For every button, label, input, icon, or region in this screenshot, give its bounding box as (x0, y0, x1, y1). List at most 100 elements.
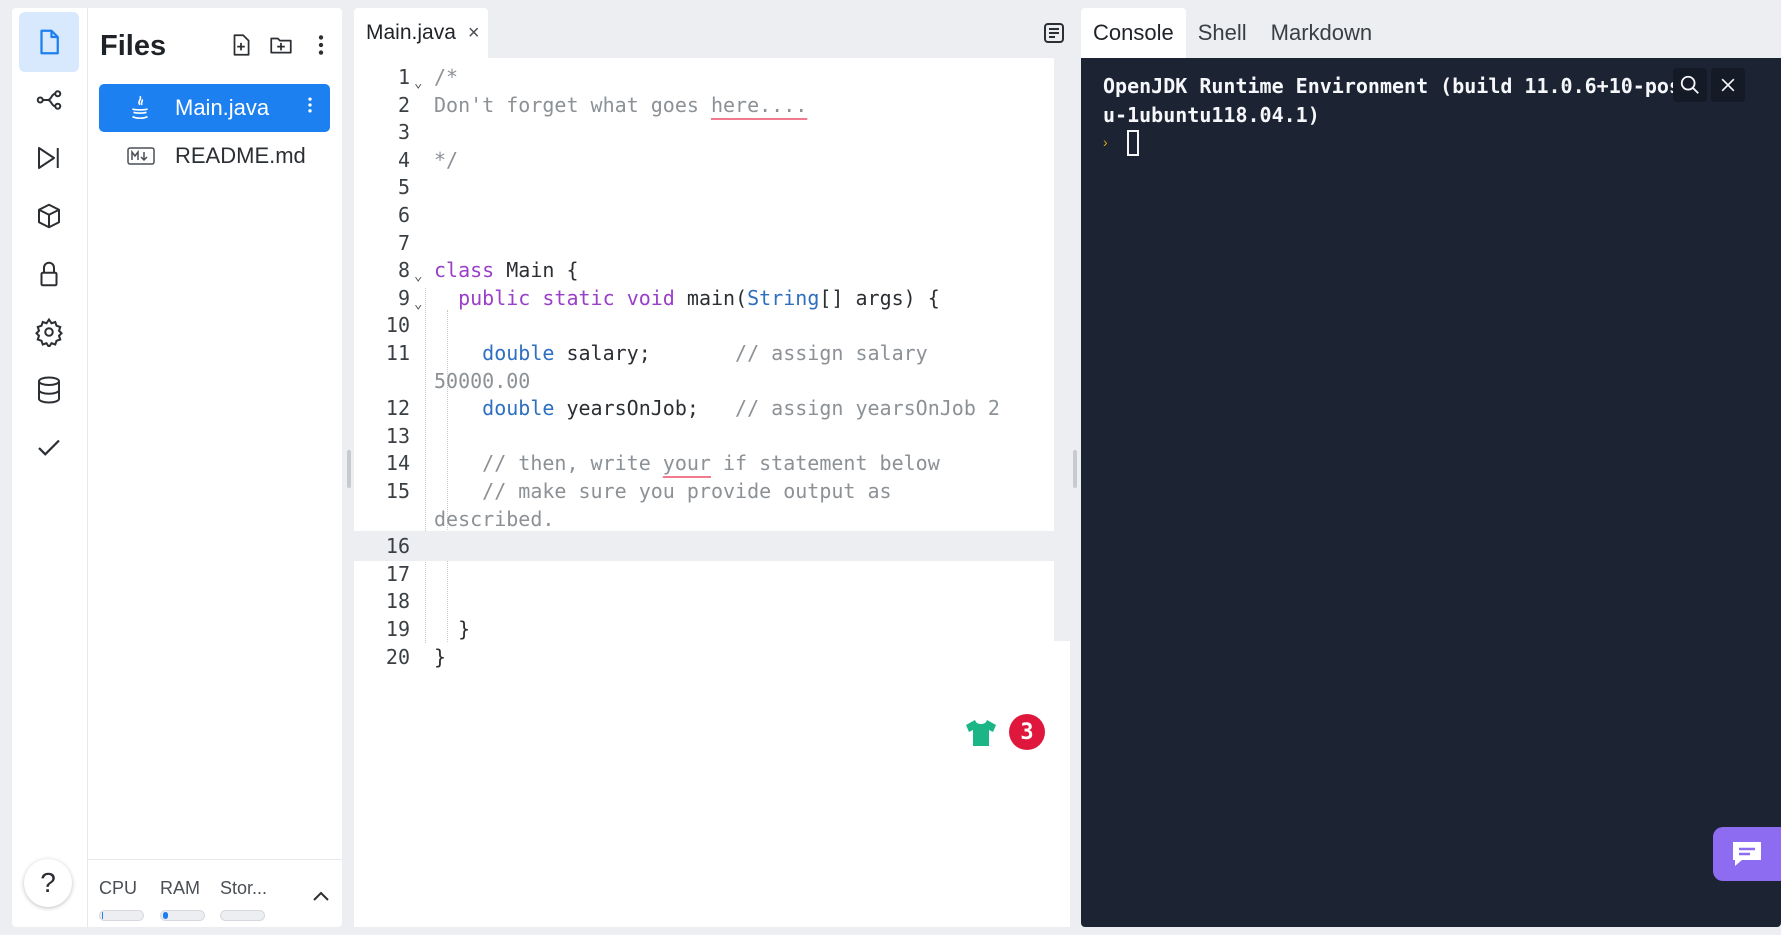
line-number: 2 (397, 92, 410, 117)
file-name: README.md (175, 143, 306, 168)
new-file-icon (233, 34, 250, 56)
close-tab-icon[interactable]: × (468, 22, 480, 45)
ram-label: RAM (160, 878, 200, 898)
files-title: Files (100, 30, 167, 62)
code-line[interactable]: 20} (354, 642, 1054, 672)
file-item-main-java[interactable]: Main.java (99, 84, 330, 132)
line-number: 16 (385, 534, 410, 559)
console-output[interactable]: OpenJDK Runtime Environment (build 11.0.… (1081, 58, 1781, 927)
workspace: ? Files Main.java README.md CPU RAM Stor… (0, 0, 1781, 935)
git-nav-button[interactable] (19, 70, 79, 130)
java-icon (127, 94, 167, 122)
play-step-icon (38, 147, 59, 169)
activity-bar: ? (12, 8, 88, 927)
cpu-meter-fill (102, 912, 103, 919)
code-line[interactable]: 8 ⌄ class Main { (354, 255, 1054, 285)
code-text: public static void main(String[] args) { (458, 285, 940, 310)
storage-label: Stor... (220, 878, 268, 898)
console-clear-button[interactable] (1711, 68, 1745, 102)
file-options-button[interactable] (300, 93, 320, 123)
line-number: 8 (397, 258, 410, 283)
code-line[interactable]: 12 double yearsOnJob; // assign yearsOnJ… (354, 393, 1054, 423)
resource-usage[interactable]: CPU RAM Stor... (88, 859, 342, 927)
editor-scrollbar[interactable] (1054, 58, 1070, 641)
close-icon (1721, 78, 1735, 92)
code-line[interactable]: 19 } (354, 614, 1054, 644)
chat-button[interactable] (1713, 827, 1781, 881)
line-number: 7 (397, 230, 410, 255)
code-line[interactable]: 1 ⌄/* (354, 62, 1054, 92)
tshirt-icon[interactable] (964, 718, 998, 753)
markdown-icon (127, 147, 167, 165)
line-number: 17 (385, 561, 410, 586)
code-line[interactable]: 16 (354, 531, 1054, 562)
ram-meter-fill (163, 912, 168, 919)
outline-button[interactable] (1042, 21, 1066, 50)
code-line[interactable]: 18 (354, 586, 1054, 616)
help-button[interactable]: ? (24, 859, 72, 907)
file-name: Main.java (175, 95, 270, 120)
tab-markdown[interactable]: Markdown (1259, 8, 1384, 58)
tab-main-java[interactable]: Main.java × (354, 8, 488, 58)
code-line[interactable]: 17 (354, 559, 1054, 589)
console-actions (1673, 68, 1745, 102)
packages-nav-button[interactable] (19, 186, 79, 246)
code-line[interactable]: 7 (354, 228, 1054, 258)
storage-meter (220, 910, 265, 921)
files-more-button[interactable] (308, 32, 334, 63)
code-text: described. (434, 506, 555, 531)
code-line[interactable]: 5 (354, 172, 1054, 202)
ram-meter (160, 910, 205, 921)
line-number: 4 (397, 147, 410, 172)
code-line[interactable]: 2 Don't forget what goes here.... (354, 90, 1054, 120)
notification-badge[interactable]: 3 (1009, 714, 1045, 750)
file-item-readme[interactable]: README.md (99, 132, 330, 180)
code-line[interactable]: 14 // then, write your if statement belo… (354, 448, 1054, 478)
code-text: // make sure you provide output as (482, 479, 892, 503)
console-cursor (1127, 130, 1139, 156)
chat-icon (1733, 842, 1761, 866)
editor-tab-bar: Main.java × (354, 8, 1070, 58)
settings-nav-button[interactable] (19, 302, 79, 362)
code-line[interactable]: described. (354, 504, 1054, 534)
code-text: } (434, 644, 447, 669)
code-line[interactable]: 9 ⌄ public static void main(String[] args… (354, 283, 1054, 313)
code-line[interactable]: 13 (354, 421, 1054, 451)
code-line[interactable]: 50000.00 (354, 366, 1054, 396)
secrets-nav-button[interactable] (19, 244, 79, 304)
line-number: 13 (385, 423, 410, 448)
database-nav-button[interactable] (19, 360, 79, 420)
tab-console[interactable]: Console (1081, 8, 1186, 58)
code-line[interactable]: 6 (354, 200, 1054, 230)
database-icon (38, 376, 60, 404)
line-number: 6 (397, 203, 410, 227)
chevron-up-icon[interactable] (312, 882, 330, 908)
new-file-button[interactable] (228, 32, 254, 63)
outline-icon (1044, 23, 1064, 43)
unit-tests-nav-button[interactable] (19, 418, 79, 478)
code-area[interactable]: 1 ⌄/* 2 Don't forget what goes here.... 3 4 */… (354, 58, 1070, 927)
line-number: 12 (385, 396, 410, 421)
code-line[interactable]: 4 */ (354, 145, 1054, 175)
code-text: double yearsOnJob; // assign yearsOnJob … (482, 396, 1000, 421)
panel-resize-handle[interactable] (1073, 450, 1077, 488)
panel-resize-handle[interactable] (347, 450, 351, 488)
lock-icon (40, 261, 58, 287)
kebab-menu-icon (308, 97, 312, 113)
files-panel: Files Main.java README.md CPU RAM Stor..… (88, 8, 342, 927)
debugger-nav-button[interactable] (19, 128, 79, 188)
new-folder-button[interactable] (268, 32, 294, 63)
code-line[interactable]: 15 // make sure you provide output as (354, 476, 1054, 506)
prompt-icon: › (1103, 134, 1108, 150)
code-text: } (434, 617, 471, 641)
kebab-menu-icon (318, 35, 324, 55)
code-line[interactable]: 11 double salary; // assign salary (354, 338, 1054, 368)
line-number: 10 (385, 313, 410, 338)
code-text: double salary; // assign salary (482, 341, 928, 365)
line-number: 11 (385, 341, 410, 365)
code-line[interactable]: 10 (354, 310, 1054, 340)
files-nav-button[interactable] (19, 12, 79, 72)
console-search-button[interactable] (1673, 68, 1707, 102)
tab-shell[interactable]: Shell (1186, 8, 1259, 58)
code-line[interactable]: 3 (354, 117, 1054, 147)
